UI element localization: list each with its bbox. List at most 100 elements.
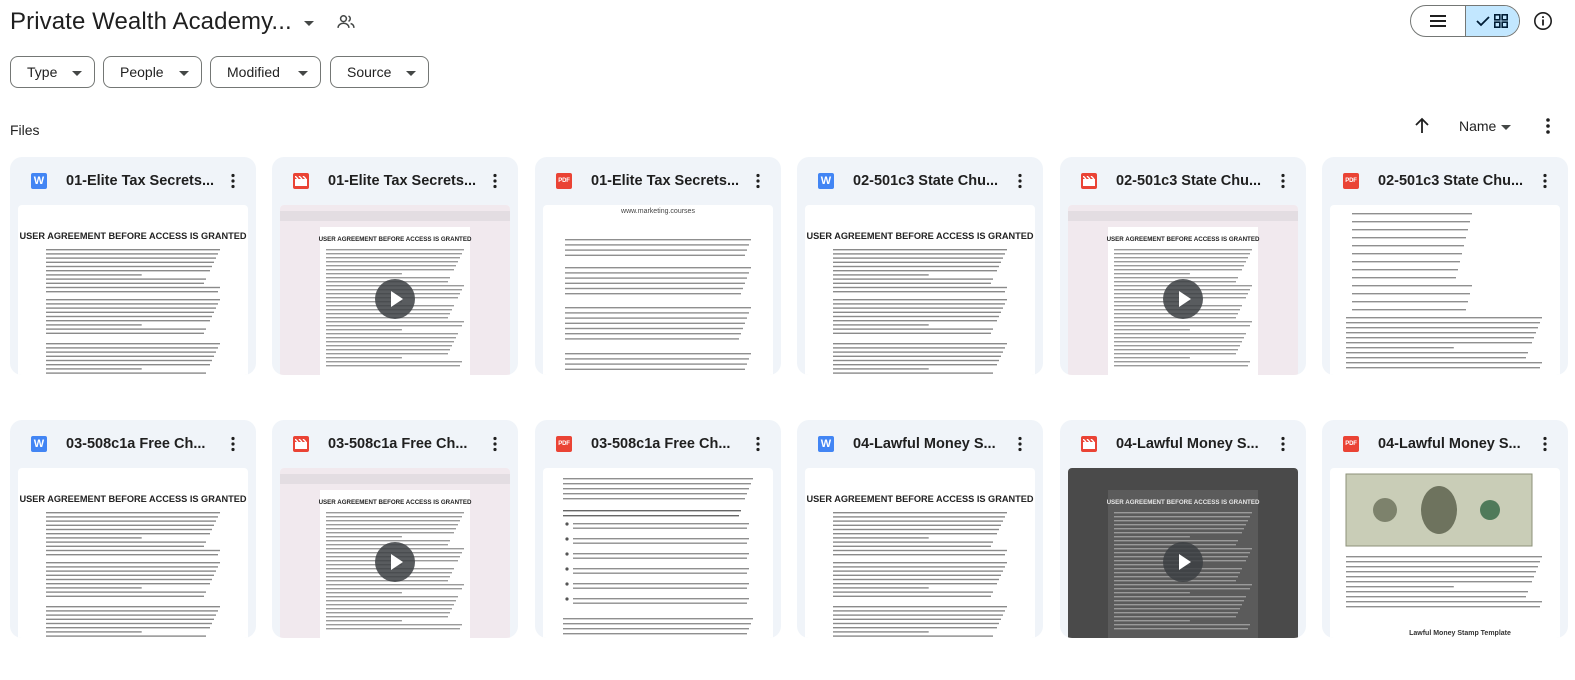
file-card[interactable]: 04-Lawful Money S... USER AGREEMENT BEFOR… xyxy=(1060,420,1306,638)
info-icon[interactable] xyxy=(1533,11,1553,31)
sort-by-button[interactable]: Name xyxy=(1459,118,1496,134)
checkmark-icon xyxy=(1476,16,1491,27)
file-name: 03-508c1a Free Ch... xyxy=(66,436,206,452)
play-button-icon[interactable] xyxy=(1163,542,1203,582)
word-doc-icon: W xyxy=(818,436,834,452)
video-icon xyxy=(293,173,309,189)
folder-title-row: Private Wealth Academy... xyxy=(10,4,356,40)
filter-modified-label: Modified xyxy=(227,64,280,80)
more-actions-icon[interactable] xyxy=(492,436,498,452)
more-actions-icon[interactable] xyxy=(755,436,761,452)
file-card[interactable]: W 03-508c1a Free Ch... USER AGREEMENT BEFO… xyxy=(10,420,256,638)
file-name: 04-Lawful Money S... xyxy=(853,436,996,452)
file-card[interactable]: W 02-501c3 State Chu... USER AGREEMENT BEF… xyxy=(797,157,1043,375)
filter-type-label: Type xyxy=(27,64,58,80)
file-name: 03-508c1a Free Ch... xyxy=(591,436,731,452)
more-actions-icon[interactable] xyxy=(1542,436,1548,452)
file-card[interactable]: W 04-Lawful Money S... USER AGREEMENT BEFO… xyxy=(797,420,1043,638)
file-name: 01-Elite Tax Secrets... xyxy=(66,173,215,189)
filter-people-chip[interactable]: People xyxy=(103,56,202,88)
folder-menu-caret-icon[interactable] xyxy=(303,20,314,26)
thumb-heading: USER AGREEMENT BEFORE ACCESS IS GRANTED xyxy=(319,499,472,506)
filter-type-chip[interactable]: Type xyxy=(10,56,95,88)
video-icon xyxy=(1081,436,1097,452)
file-thumbnail[interactable]: USER AGREEMENT BEFORE ACCESS IS GRANTED xyxy=(280,205,510,375)
list-view-icon xyxy=(1429,15,1446,27)
pdf-icon: PDF xyxy=(1343,173,1359,189)
file-card[interactable]: PDF 04-Lawful Money S... Lawful Money Stam… xyxy=(1322,420,1568,638)
filter-people-label: People xyxy=(120,64,164,80)
list-view-button[interactable] xyxy=(1411,6,1465,36)
thumb-heading: USER AGREEMENT BEFORE ACCESS IS GRANTED xyxy=(1107,499,1260,506)
more-options-icon[interactable] xyxy=(1540,116,1556,136)
filter-source-label: Source xyxy=(347,64,392,80)
folder-title[interactable]: Private Wealth Academy... xyxy=(10,8,292,36)
pdf-icon: PDF xyxy=(1343,436,1359,452)
file-name: 04-Lawful Money S... xyxy=(1378,436,1521,452)
thumb-stamp-label: Lawful Money Stamp Template xyxy=(1409,630,1511,637)
pdf-icon: PDF xyxy=(556,173,572,189)
file-thumbnail[interactable] xyxy=(543,468,773,638)
chevron-down-icon xyxy=(72,71,82,76)
file-name: 02-501c3 State Chu... xyxy=(1116,173,1262,189)
more-actions-icon[interactable] xyxy=(1542,173,1548,189)
file-thumbnail[interactable]: USER AGREEMENT BEFORE ACCESS IS GRANTED xyxy=(280,468,510,638)
files-section-label: Files xyxy=(10,122,40,138)
thumb-heading: USER AGREEMENT BEFORE ACCESS IS GRANTED xyxy=(1107,236,1260,243)
thumb-site-text: www.marketing.courses xyxy=(620,208,695,215)
more-actions-icon[interactable] xyxy=(755,173,761,189)
more-actions-icon[interactable] xyxy=(230,436,236,452)
chevron-down-icon xyxy=(298,71,308,76)
sort-direction-arrow-icon[interactable] xyxy=(1412,116,1432,136)
file-thumbnail[interactable]: USER AGREEMENT BEFORE ACCESS IS GRANTED xyxy=(805,205,1035,375)
play-button-icon[interactable] xyxy=(375,279,415,319)
thumb-heading: USER AGREEMENT BEFORE ACCESS IS GRANTED xyxy=(20,231,247,241)
file-thumbnail[interactable]: USER AGREEMENT BEFORE ACCESS IS GRANTED xyxy=(805,468,1035,638)
file-thumbnail[interactable]: USER AGREEMENT BEFORE ACCESS IS GRANTED xyxy=(1068,468,1298,638)
more-actions-icon[interactable] xyxy=(230,173,236,189)
thumb-heading: USER AGREEMENT BEFORE ACCESS IS GRANTED xyxy=(319,236,472,243)
file-thumbnail[interactable] xyxy=(1330,205,1560,375)
file-card[interactable]: W 01-Elite Tax Secrets... USER AGREEMENT B… xyxy=(10,157,256,375)
pdf-icon: PDF xyxy=(556,436,572,452)
file-thumbnail[interactable]: USER AGREEMENT BEFORE ACCESS IS GRANTED xyxy=(18,468,248,638)
word-doc-icon: W xyxy=(31,436,47,452)
file-name: 02-501c3 State Chu... xyxy=(853,173,999,189)
file-name: 01-Elite Tax Secrets... xyxy=(591,173,740,189)
filter-modified-chip[interactable]: Modified xyxy=(210,56,321,88)
file-name: 01-Elite Tax Secrets... xyxy=(328,173,477,189)
play-button-icon[interactable] xyxy=(1163,279,1203,319)
shared-people-icon[interactable] xyxy=(336,12,356,32)
view-toggle xyxy=(1410,5,1520,37)
more-actions-icon[interactable] xyxy=(1017,173,1023,189)
thumb-heading: USER AGREEMENT BEFORE ACCESS IS GRANTED xyxy=(20,494,247,504)
thumb-heading: USER AGREEMENT BEFORE ACCESS IS GRANTED xyxy=(807,231,1034,241)
file-card[interactable]: 03-508c1a Free Ch... USER AGREEMENT BEFOR… xyxy=(272,420,518,638)
more-actions-icon[interactable] xyxy=(492,173,498,189)
video-icon xyxy=(1081,173,1097,189)
sort-chevron-down-icon[interactable] xyxy=(1501,125,1511,130)
file-name: 04-Lawful Money S... xyxy=(1116,436,1259,452)
file-card[interactable]: 01-Elite Tax Secrets... USER AGREEMENT BE… xyxy=(272,157,518,375)
file-thumbnail[interactable]: USER AGREEMENT BEFORE ACCESS IS GRANTED xyxy=(18,205,248,375)
more-actions-icon[interactable] xyxy=(1280,436,1286,452)
file-card[interactable]: PDF 01-Elite Tax Secrets... www.marketing.… xyxy=(535,157,781,375)
more-actions-icon[interactable] xyxy=(1017,436,1023,452)
play-button-icon[interactable] xyxy=(375,542,415,582)
file-thumbnail[interactable]: USER AGREEMENT BEFORE ACCESS IS GRANTED xyxy=(1068,205,1298,375)
more-actions-icon[interactable] xyxy=(1280,173,1286,189)
word-doc-icon: W xyxy=(31,173,47,189)
file-card[interactable]: 02-501c3 State Chu... USER AGREEMENT BEFO… xyxy=(1060,157,1306,375)
file-name: 02-501c3 State Chu... xyxy=(1378,173,1524,189)
video-icon xyxy=(293,436,309,452)
file-name: 03-508c1a Free Ch... xyxy=(328,436,468,452)
thumb-heading: USER AGREEMENT BEFORE ACCESS IS GRANTED xyxy=(807,494,1034,504)
file-thumbnail[interactable]: www.marketing.courses xyxy=(543,205,773,375)
word-doc-icon: W xyxy=(818,173,834,189)
chevron-down-icon xyxy=(406,71,416,76)
filter-source-chip[interactable]: Source xyxy=(330,56,429,88)
file-thumbnail[interactable]: Lawful Money Stamp Template xyxy=(1330,468,1560,638)
file-card[interactable]: PDF 02-501c3 State Chu... xyxy=(1322,157,1568,375)
grid-view-button[interactable] xyxy=(1464,6,1519,36)
file-card[interactable]: PDF 03-508c1a Free Ch... xyxy=(535,420,781,638)
